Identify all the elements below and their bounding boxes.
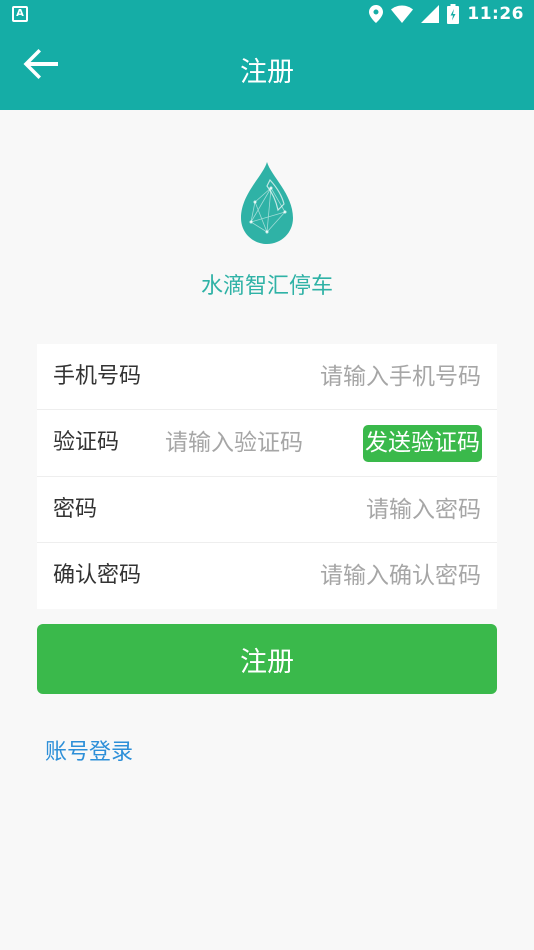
confirm-password-label: 确认密码 (53, 562, 142, 588)
send-code-button[interactable]: 发送验证码 (363, 425, 482, 463)
app-bar: 注册 (0, 28, 534, 110)
status-bar: A 11:26 (0, 0, 534, 28)
wifi-icon (391, 5, 414, 23)
confirm-password-row: 确认密码 (37, 543, 497, 609)
water-drop-logo-icon (241, 162, 293, 244)
notification-app-icon: A (12, 6, 28, 22)
code-label: 验证码 (53, 430, 120, 456)
password-row: 密码 (37, 477, 497, 543)
confirm-password-input[interactable] (181, 554, 481, 597)
register-button[interactable]: 注册 (37, 624, 497, 694)
phone-row: 手机号码 (37, 344, 497, 411)
account-login-link[interactable]: 账号登录 (45, 734, 133, 766)
brand-name: 水滴智汇停车 (200, 274, 333, 299)
location-icon (369, 5, 384, 23)
status-time: 11:26 (467, 4, 524, 24)
status-icons: 11:26 (369, 3, 524, 25)
page-title: 注册 (240, 57, 294, 88)
password-input[interactable] (181, 488, 481, 531)
code-input[interactable] (165, 422, 335, 465)
battery-icon (447, 4, 460, 24)
register-form: 手机号码 验证码 发送验证码 密码 确认密码 (37, 344, 497, 609)
password-label: 密码 (53, 496, 98, 522)
code-row: 验证码 发送验证码 (37, 410, 497, 477)
signal-icon (421, 5, 440, 23)
phone-label: 手机号码 (53, 364, 142, 389)
phone-input[interactable] (181, 356, 481, 398)
